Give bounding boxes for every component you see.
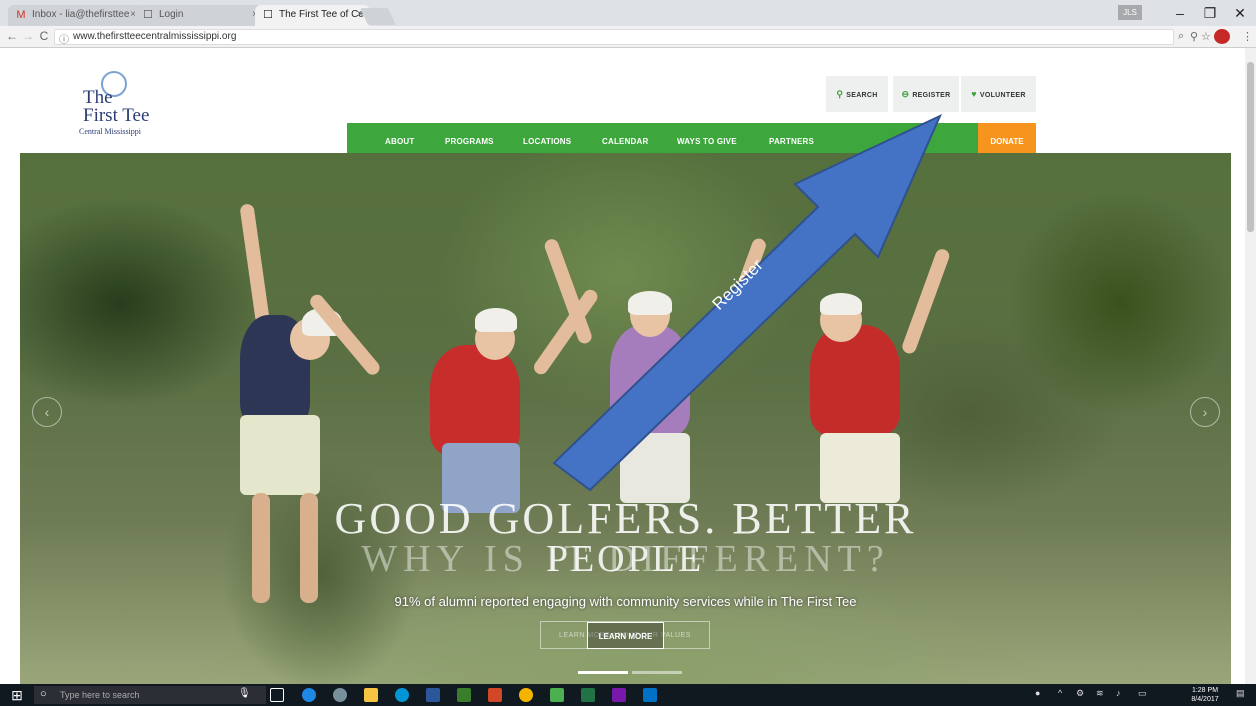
chrome-icon[interactable] — [519, 688, 533, 702]
word-icon[interactable] — [426, 688, 440, 702]
tab-label: Login — [159, 9, 184, 20]
extension-icon[interactable] — [1214, 29, 1230, 44]
scrollbar-thumb[interactable] — [1247, 62, 1254, 232]
edge-icon[interactable] — [302, 688, 316, 702]
learn-more-button[interactable]: LEARN MORE — [587, 622, 664, 649]
tab-first-tee[interactable]: ☐ The First Tee of Central M × — [255, 5, 370, 26]
reload-button[interactable]: C — [36, 28, 52, 44]
tab-login[interactable]: ☐ Login × — [135, 5, 265, 26]
carousel-dot[interactable] — [632, 671, 682, 674]
excel-icon[interactable] — [581, 688, 595, 702]
page-icon: ☐ — [143, 9, 153, 21]
app-icon[interactable] — [333, 688, 347, 702]
file-explorer-icon[interactable] — [364, 688, 378, 702]
tab-inbox[interactable]: M Inbox - lia@thefirsttee × — [8, 5, 143, 26]
taskbar-search-input[interactable]: ○ Type here to search — [34, 686, 266, 704]
wifi-icon[interactable]: ≋ — [1096, 688, 1104, 699]
search-label: SEARCH — [846, 92, 878, 99]
nav-about[interactable]: ABOUT — [385, 137, 414, 146]
volume-icon[interactable]: ♪ — [1116, 688, 1121, 698]
taskbar-search-placeholder: Type here to search — [60, 690, 140, 700]
network-status-icon[interactable]: ● — [1035, 688, 1040, 698]
search-icon: ⚲ — [836, 89, 844, 99]
gmail-icon: M — [16, 9, 26, 21]
minimize-button[interactable]: – — [1168, 4, 1192, 22]
carousel-next-button[interactable]: › — [1190, 397, 1220, 427]
nav-partners[interactable]: PARTNERS — [769, 137, 814, 146]
nav-programs[interactable]: PROGRAMS — [445, 137, 494, 146]
address-bar[interactable]: ⓘ www.thefirstteecentralmississippi.org — [54, 29, 1174, 46]
outlook-icon[interactable] — [643, 688, 657, 702]
app-blue-icon[interactable] — [550, 688, 564, 702]
task-view-icon[interactable] — [270, 688, 284, 702]
hero-headline-bottom: PEOPLE — [546, 538, 705, 580]
onenote-icon[interactable] — [612, 688, 626, 702]
keyboard-icon[interactable]: ▭ — [1138, 688, 1147, 699]
site-info-icon[interactable]: ⓘ — [59, 31, 69, 46]
heart-icon: ♥ — [971, 89, 977, 99]
restore-button[interactable]: ❐ — [1198, 4, 1222, 22]
profile-button[interactable]: JLS — [1118, 5, 1142, 20]
show-hidden-icons[interactable]: ^ — [1058, 688, 1062, 698]
notifications-icon[interactable]: ▤ — [1236, 688, 1245, 699]
powerpoint-icon[interactable] — [488, 688, 502, 702]
taskbar-clock[interactable]: 1:28 PM 8/4/2017 — [1185, 686, 1225, 704]
microphone-icon[interactable]: 🎙 — [238, 688, 252, 702]
carousel-prev-button[interactable]: ‹ — [32, 397, 62, 427]
search-button[interactable]: ⚲ SEARCH — [826, 76, 888, 112]
logo-line-3: Central Mississippi — [79, 127, 142, 136]
tab-label: Inbox - lia@thefirsttee — [32, 9, 130, 20]
key-icon[interactable]: ⚲ — [1190, 30, 1198, 43]
menu-icon[interactable]: ⋮ — [1242, 30, 1253, 43]
nav-locations[interactable]: LOCATIONS — [523, 137, 571, 146]
app-green-icon[interactable] — [457, 688, 471, 702]
page-icon: ☐ — [263, 9, 273, 21]
clock-date: 8/4/2017 — [1191, 696, 1219, 703]
register-icon: ⊖ — [901, 89, 910, 99]
tab-bar: M Inbox - lia@thefirsttee × ☐ Login × ☐ … — [0, 0, 1256, 26]
volunteer-label: VOLUNTEER — [979, 92, 1026, 99]
zoom-icon[interactable]: ⌕ — [1178, 30, 1184, 43]
windows-start-icon[interactable]: ⊞ — [8, 686, 26, 704]
star-icon[interactable]: ☆ — [1201, 30, 1211, 43]
cortana-icon: ○ — [40, 688, 47, 700]
url-text: www.thefirstteecentralmississippi.org — [73, 31, 237, 42]
volunteer-button[interactable]: ♥ VOLUNTEER — [961, 76, 1036, 112]
hp-icon[interactable] — [395, 688, 409, 702]
tray-app-icon[interactable]: ⚙ — [1076, 688, 1084, 699]
back-button[interactable]: ← — [4, 28, 20, 44]
close-window-button[interactable]: ✕ — [1228, 4, 1252, 22]
nav-ways-to-give[interactable]: WAYS TO GIVE — [677, 137, 737, 146]
carousel-dot-active[interactable] — [578, 671, 628, 674]
register-button[interactable]: ⊖ REGISTER — [893, 76, 959, 112]
hero-subtitle: 91% of alumni reported engaging with com… — [394, 594, 857, 609]
register-label: REGISTER — [912, 92, 951, 99]
site-logo[interactable]: The First Tee Central Mississippi — [75, 67, 185, 147]
clock-time: 1:28 PM — [1191, 687, 1219, 694]
nav-calendar[interactable]: CALENDAR — [602, 137, 649, 146]
logo-line-2: First Tee — [83, 105, 150, 126]
hero-banner: ‹ › GOOD GOLFERS. BETTER WHY IS IT DIFFE… — [20, 153, 1231, 684]
forward-button[interactable]: → — [20, 28, 36, 44]
